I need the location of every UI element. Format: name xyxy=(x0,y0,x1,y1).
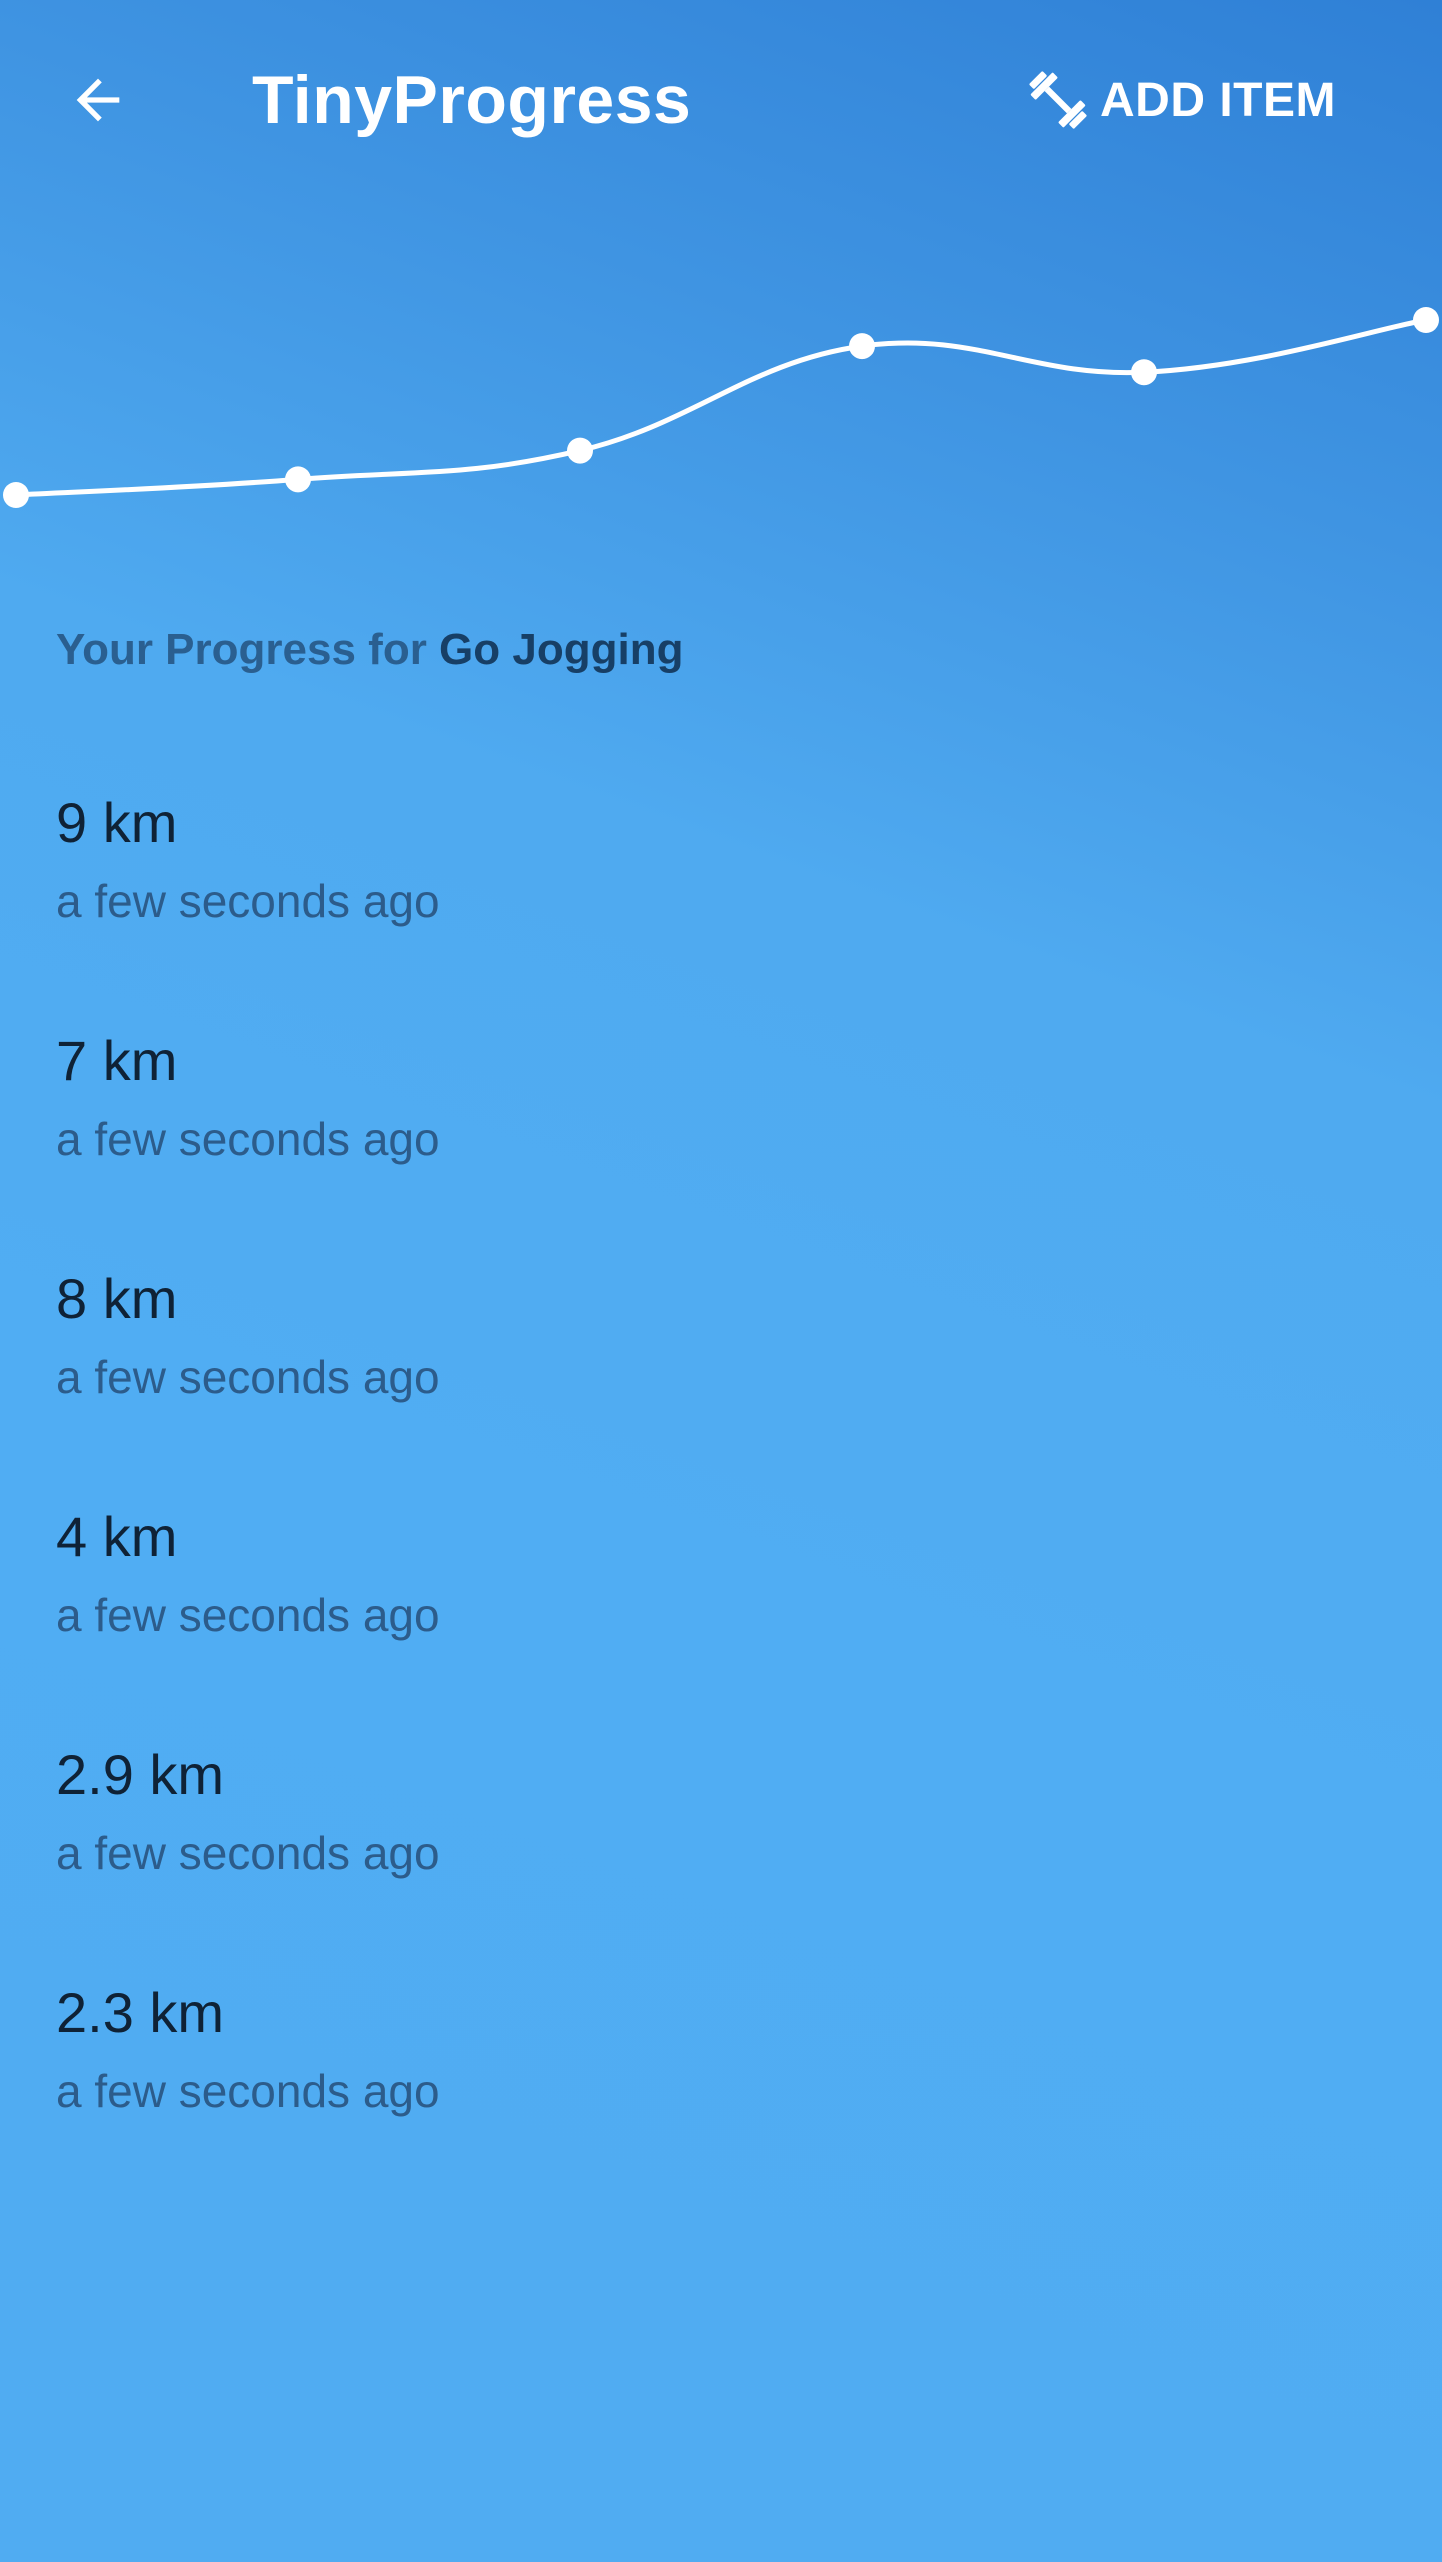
heading-habit-name: Go Jogging xyxy=(439,625,684,674)
add-item-label: ADD ITEM xyxy=(1100,73,1336,127)
entry-timestamp: a few seconds ago xyxy=(56,1113,440,1165)
arrow-back-icon xyxy=(76,78,120,122)
progress-entry-list: 9 km a few seconds ago 7 km a few seconds a… xyxy=(0,770,1442,2198)
add-item-button[interactable]: ADD ITEM xyxy=(1020,52,1336,148)
entry-value: 4 km xyxy=(56,1505,178,1568)
data-point[interactable] xyxy=(567,437,593,464)
entry-timestamp: a few seconds ago xyxy=(56,1827,440,1879)
entry-timestamp: a few seconds ago xyxy=(56,875,440,927)
entry-timestamp: a few seconds ago xyxy=(56,1351,440,1403)
heading-prefix: Your Progress for xyxy=(56,625,440,674)
entry-value: 9 km xyxy=(56,791,178,854)
app-bar: TinyProgress ADD ITEM xyxy=(0,0,1442,196)
entry-value: 8 km xyxy=(56,1267,178,1330)
list-item[interactable]: 2.3 km a few seconds ago xyxy=(0,1960,1442,2198)
app-title: TinyProgress xyxy=(252,62,692,138)
entry-timestamp: a few seconds ago xyxy=(56,1589,440,1641)
list-item[interactable]: 4 km a few seconds ago xyxy=(0,1484,1442,1722)
list-item[interactable]: 8 km a few seconds ago xyxy=(0,1246,1442,1484)
list-item[interactable]: 7 km a few seconds ago xyxy=(0,1008,1442,1246)
progress-chart xyxy=(3,307,1439,508)
entry-value: 7 km xyxy=(56,1029,178,1092)
list-item[interactable]: 2.9 km a few seconds ago xyxy=(0,1722,1442,1960)
progress-line xyxy=(15,317,1427,498)
data-point[interactable] xyxy=(3,482,29,508)
entry-timestamp: a few seconds ago xyxy=(56,2065,440,2117)
entry-value: 2.9 km xyxy=(56,1743,225,1806)
data-point[interactable] xyxy=(1413,307,1439,333)
section-heading: Your Progress for Go Jogging xyxy=(56,625,683,675)
list-item[interactable]: 9 km a few seconds ago xyxy=(0,770,1442,1008)
back-button[interactable] xyxy=(50,52,146,148)
data-point[interactable] xyxy=(1131,359,1157,386)
data-point[interactable] xyxy=(849,333,875,360)
data-point[interactable] xyxy=(285,466,311,493)
dumbbell-icon xyxy=(1029,71,1087,129)
entry-value: 2.3 km xyxy=(56,1981,225,2044)
